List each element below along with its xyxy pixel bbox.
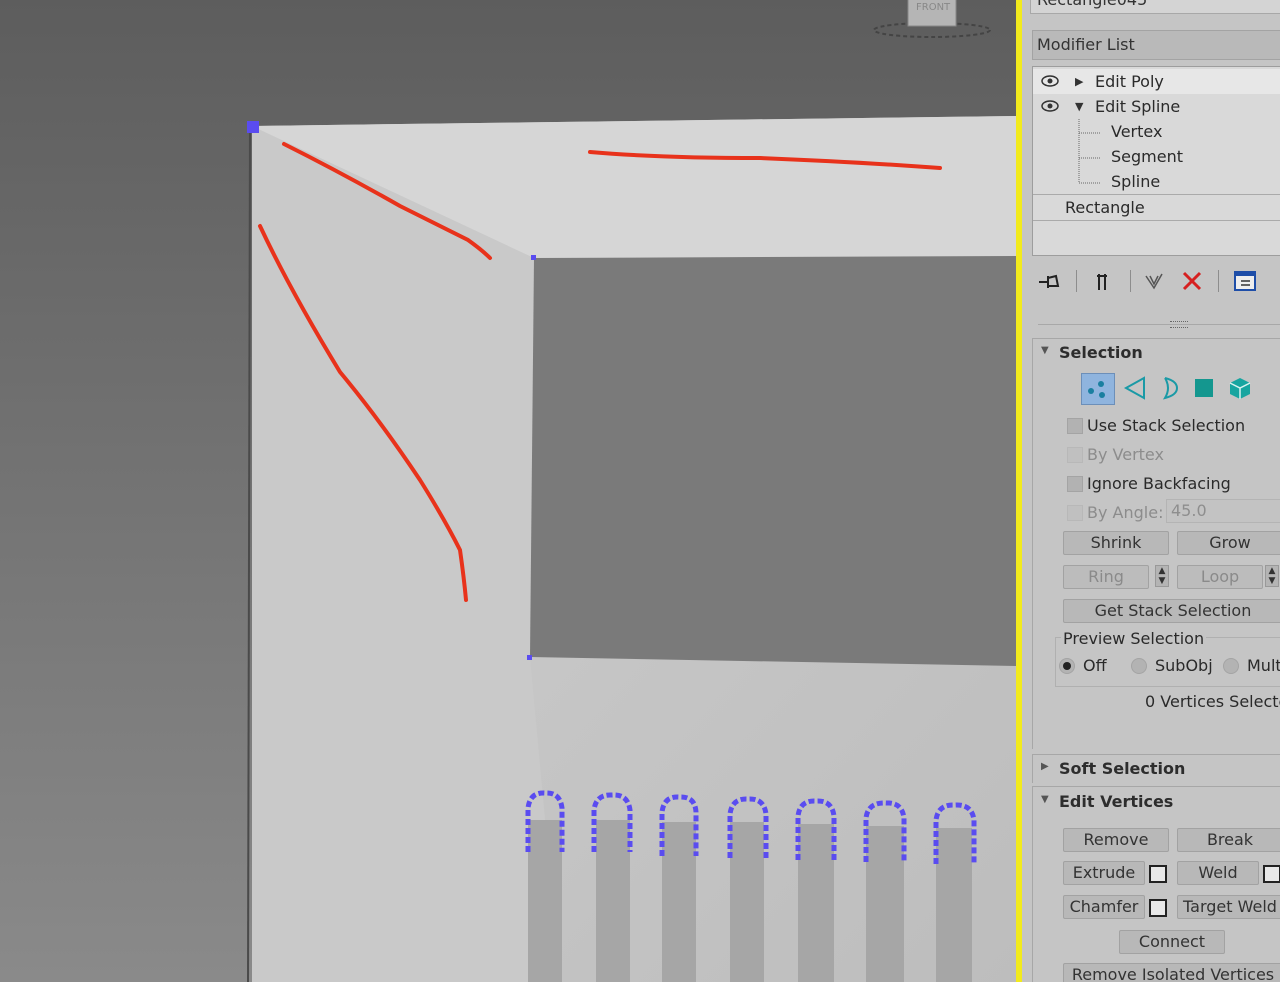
checkbox-label: Ignore Backfacing	[1087, 474, 1231, 493]
stack-separator	[1033, 220, 1280, 221]
viewcube-label: FRONT	[916, 2, 951, 13]
checkbox-label: By Angle:	[1087, 503, 1164, 522]
vertex-icon	[1088, 381, 1105, 398]
remove-isolated-vertices-button[interactable]: Remove Isolated Vertices	[1063, 963, 1280, 982]
rollout-title[interactable]: Edit Vertices	[1059, 792, 1173, 811]
ring-button[interactable]: Ring	[1063, 565, 1149, 589]
toolbar-separator	[1218, 270, 1219, 292]
chamfer-button[interactable]: Chamfer	[1063, 895, 1145, 919]
rollout-collapse-icon[interactable]: ▼	[1041, 345, 1049, 356]
stack-subitem-segment[interactable]: Segment	[1033, 144, 1280, 169]
weld-settings-icon[interactable]	[1263, 865, 1280, 883]
stack-item-label: Spline	[1111, 172, 1161, 191]
extrude-button[interactable]: Extrude	[1063, 861, 1145, 885]
frame-left-face	[252, 126, 560, 982]
by-angle-value-field[interactable]: 45.0	[1166, 499, 1280, 523]
rollout-title[interactable]: Selection	[1059, 343, 1143, 362]
connect-button[interactable]: Connect	[1119, 930, 1225, 954]
ring-spinner[interactable]: ▲ ▼	[1155, 565, 1169, 587]
inner-vertex-top	[531, 255, 536, 260]
ignore-backfacing-checkbox[interactable]	[1067, 476, 1083, 492]
inner-vertex-bottom	[527, 655, 532, 660]
remove-modifier-icon[interactable]	[1179, 268, 1205, 294]
configure-modifier-sets-icon[interactable]	[1232, 268, 1258, 294]
eye-icon[interactable]	[1041, 99, 1059, 113]
stack-item-label: Rectangle	[1065, 198, 1145, 217]
stack-subitem-spline[interactable]: Spline	[1033, 169, 1280, 194]
frame-opening	[530, 256, 1016, 666]
preview-off-radio[interactable]	[1059, 658, 1075, 674]
expand-triangle-icon[interactable]: ▶	[1075, 69, 1083, 94]
splitter-grip[interactable]	[1170, 321, 1188, 328]
corner-vertex	[247, 121, 259, 133]
chamfer-settings-icon[interactable]	[1149, 899, 1167, 917]
extrude-settings-icon[interactable]	[1149, 865, 1167, 883]
soft-selection-rollout: ▶ Soft Selection	[1032, 754, 1280, 783]
rollout-collapse-icon[interactable]: ▼	[1041, 794, 1049, 805]
pin-stack-icon[interactable]	[1036, 268, 1062, 294]
target-weld-button[interactable]: Target Weld	[1177, 895, 1280, 919]
grow-button[interactable]: Grow	[1177, 531, 1280, 555]
loop-button[interactable]: Loop	[1177, 565, 1263, 589]
stack-item-rectangle[interactable]: Rectangle	[1033, 195, 1280, 220]
radio-label: Multi	[1247, 656, 1280, 675]
loop-spinner[interactable]: ▲ ▼	[1265, 565, 1279, 587]
element-icon[interactable]	[1227, 375, 1253, 401]
remove-button[interactable]: Remove	[1063, 828, 1169, 852]
edit-vertices-rollout: ▼ Edit Vertices Remove Break Extrude Wel…	[1032, 786, 1280, 982]
stack-item-label: Edit Poly	[1095, 72, 1164, 91]
rollout-title[interactable]: Soft Selection	[1059, 759, 1185, 778]
preview-subobj-radio[interactable]	[1131, 658, 1147, 674]
preview-multi-radio[interactable]	[1223, 658, 1239, 674]
rollout-expand-icon[interactable]: ▶	[1041, 761, 1049, 772]
collapse-triangle-icon[interactable]: ▼	[1075, 94, 1083, 119]
stack-item-label: Edit Spline	[1095, 97, 1181, 116]
shrink-button[interactable]: Shrink	[1063, 531, 1169, 555]
edge-icon[interactable]	[1123, 375, 1149, 401]
break-button[interactable]: Break	[1177, 828, 1280, 852]
polygon-icon[interactable]	[1195, 379, 1213, 397]
stack-item-edit-spline[interactable]: ▼ Edit Spline	[1033, 94, 1280, 119]
stack-subitem-vertex[interactable]: Vertex	[1033, 119, 1280, 144]
stack-item-label: Vertex	[1111, 122, 1163, 141]
weld-button[interactable]: Weld	[1177, 861, 1259, 885]
by-vertex-checkbox[interactable]	[1067, 447, 1083, 463]
toolbar-separator	[1130, 270, 1131, 292]
viewport-scene[interactable]: FRONT	[0, 0, 1016, 982]
checkbox-label: By Vertex	[1087, 445, 1164, 464]
get-stack-selection-button[interactable]: Get Stack Selection	[1063, 599, 1280, 623]
border-icon[interactable]	[1157, 375, 1183, 401]
checkbox-label: Use Stack Selection	[1087, 416, 1246, 435]
use-stack-selection-checkbox[interactable]	[1067, 418, 1083, 434]
radio-label: SubObj	[1155, 656, 1213, 675]
modify-panel: Rectangle045 Modifier List ▶ Edit Poly ▼…	[1022, 0, 1280, 982]
selection-status: 0 Vertices Selected	[1145, 692, 1280, 711]
by-angle-checkbox[interactable]	[1067, 505, 1083, 521]
show-end-result-icon[interactable]	[1090, 268, 1116, 294]
group-label: Preview Selection	[1061, 629, 1207, 648]
eye-icon[interactable]	[1041, 74, 1059, 88]
panel-splitter[interactable]	[1038, 324, 1280, 325]
object-name-field[interactable]: Rectangle045	[1030, 0, 1280, 14]
toolbar-separator	[1076, 270, 1077, 292]
stack-item-edit-poly[interactable]: ▶ Edit Poly	[1033, 69, 1280, 94]
modifier-list-dropdown[interactable]: Modifier List	[1032, 30, 1280, 60]
stack-item-label: Segment	[1111, 147, 1183, 166]
vertex-mode-button[interactable]	[1081, 373, 1115, 405]
radio-label: Off	[1083, 656, 1107, 675]
front-viewport[interactable]: FRONT	[0, 0, 1016, 982]
make-unique-icon[interactable]	[1142, 268, 1168, 294]
selection-rollout: ▼ Selection Use Stack Selection By Verte…	[1032, 338, 1280, 749]
modifier-stack: ▶ Edit Poly ▼ Edit Spline Vertex Segment…	[1032, 66, 1280, 256]
